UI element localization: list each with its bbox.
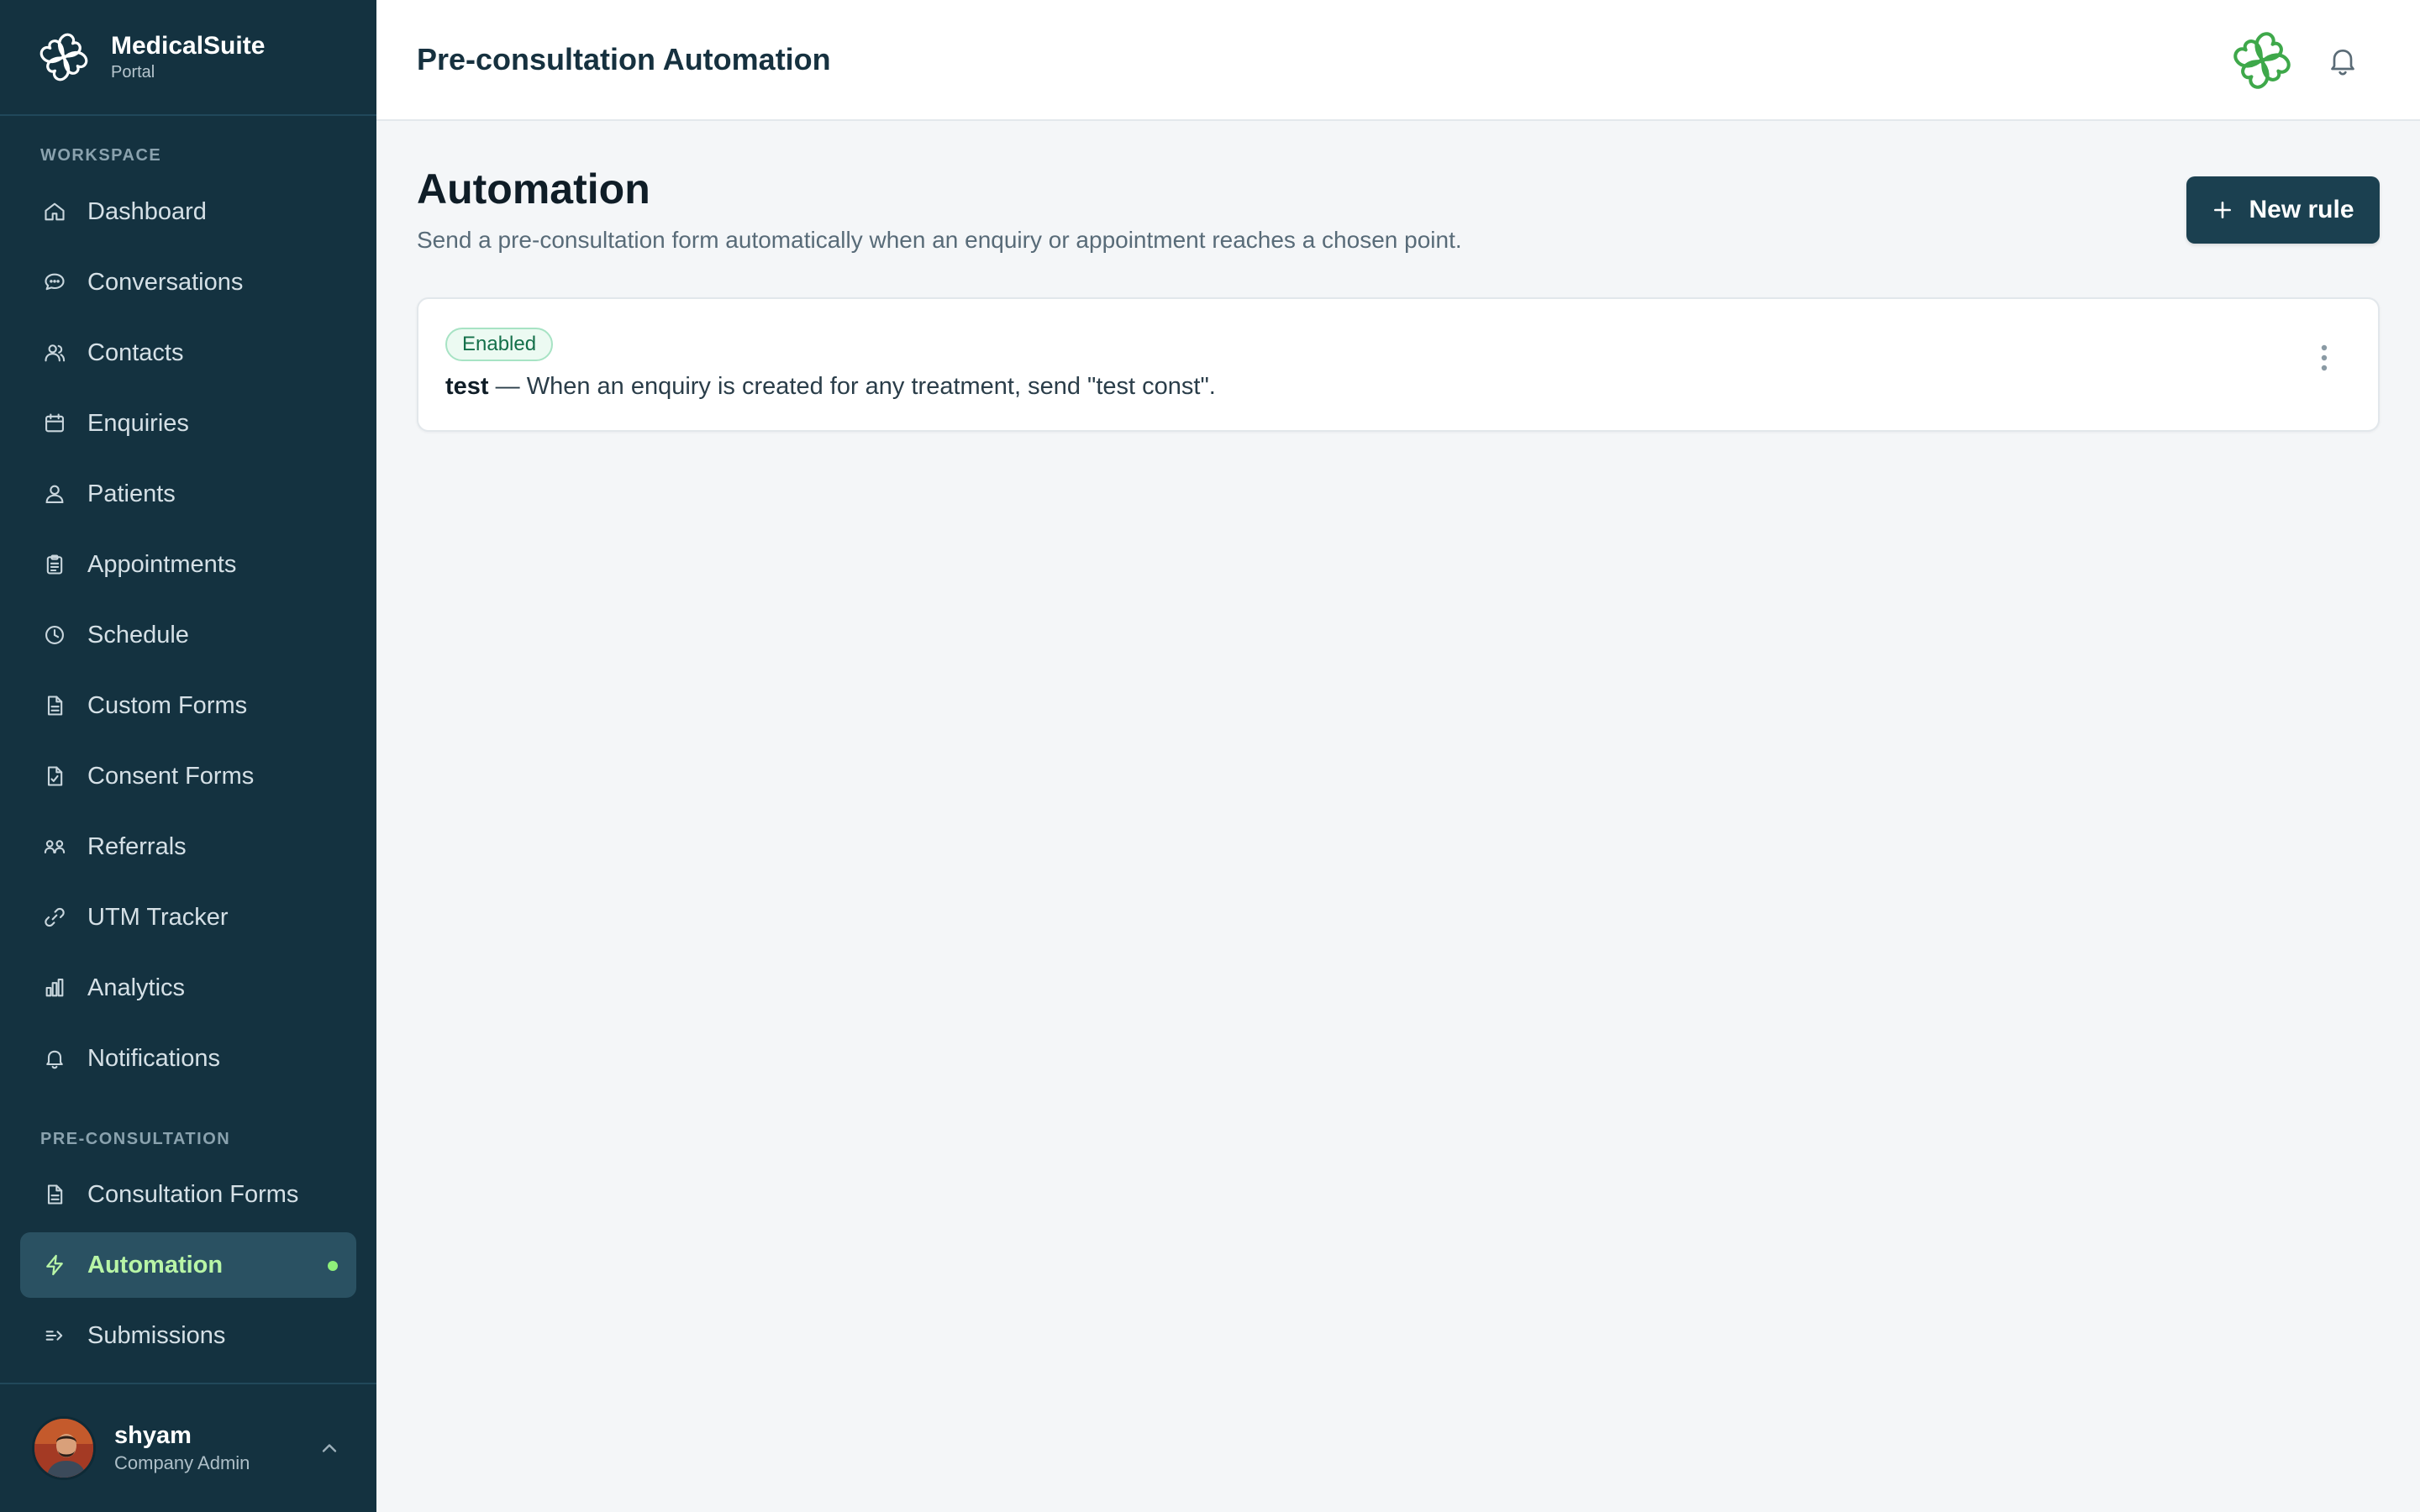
active-indicator-dot [328,1261,338,1271]
contacts-icon [42,340,67,365]
notifications-bell-icon[interactable] [2326,44,2360,77]
rule-name: test [445,373,489,400]
sidebar-item-utm-tracker[interactable]: UTM Tracker [20,885,356,950]
brand-name: MedicalSuite [111,32,266,60]
chat-icon [42,270,67,295]
new-rule-label: New rule [2249,196,2354,223]
sidebar-item-label: Patients [87,480,176,507]
sidebar-item-automation[interactable]: Automation [20,1232,356,1298]
automation-rule-card[interactable]: Enabled test — When an enquiry is create… [417,297,2380,432]
referrals-icon [42,834,67,859]
document-icon [42,693,67,718]
sidebar: MedicalSuite Portal WORKSPACE Dashboard … [0,0,376,1512]
user-role: Company Admin [114,1452,250,1473]
bell-icon [42,1046,67,1071]
section-description: Send a pre-consultation form automatical… [417,227,1462,253]
section-heading: Automation [417,165,650,213]
link-icon [42,905,67,930]
sidebar-item-label: Notifications [87,1044,220,1072]
sidebar-item-label: Referrals [87,832,187,860]
sidebar-item-analytics[interactable]: Analytics [20,955,356,1021]
plus-icon [2212,199,2233,221]
sidebar-item-submissions[interactable]: Submissions [20,1303,356,1368]
bar-chart-icon [42,975,67,1000]
sidebar-item-dashboard[interactable]: Dashboard [20,179,356,244]
sidebar-item-label: Appointments [87,550,237,578]
sidebar-item-label: Dashboard [87,197,207,225]
brand-subtitle: Portal [111,63,155,81]
sidebar-item-label: Automation [87,1251,224,1278]
sidebar-item-label: Custom Forms [87,691,248,719]
pre-consultation-section-label: PRE-CONSULTATION [40,1130,231,1148]
signed-document-icon [42,764,67,789]
user-menu[interactable]: shyam Company Admin [0,1383,376,1512]
status-badge: Enabled [445,328,554,361]
document-icon [42,1182,67,1207]
avatar [32,1416,96,1480]
sidebar-item-label: Consultation Forms [87,1180,299,1208]
lightning-icon [42,1252,67,1278]
more-options-icon[interactable] [2314,341,2334,375]
rule-description: — When an enquiry is created for any tre… [488,373,1216,400]
sidebar-item-label: Schedule [87,621,189,648]
sidebar-item-label: Enquiries [87,409,189,437]
sidebar-item-conversations[interactable]: Conversations [20,249,356,315]
sidebar-item-contacts[interactable]: Contacts [20,320,356,386]
calendar-icon [42,411,67,436]
workspace-section-label: WORKSPACE [40,146,162,165]
clover-logo-icon[interactable] [2230,29,2294,92]
clock-icon [42,622,67,648]
sidebar-item-label: Consent Forms [87,762,255,790]
sidebar-item-patients[interactable]: Patients [20,461,356,527]
sidebar-item-consent-forms[interactable]: Consent Forms [20,743,356,809]
page-title: Pre-consultation Automation [417,42,831,76]
sidebar-item-referrals[interactable]: Referrals [20,814,356,879]
home-icon [42,199,67,224]
sidebar-item-consultation-forms[interactable]: Consultation Forms [20,1162,356,1227]
user-icon [42,481,67,507]
brand[interactable]: MedicalSuite Portal [0,0,376,116]
clipboard-icon [42,552,67,577]
clover-logo-icon [37,30,91,84]
chevron-up-icon[interactable] [318,1436,341,1460]
sidebar-item-label: UTM Tracker [87,903,229,931]
user-name: shyam [114,1422,192,1449]
sidebar-item-custom-forms[interactable]: Custom Forms [20,673,356,738]
sidebar-item-enquiries[interactable]: Enquiries [20,391,356,456]
sidebar-item-label: Submissions [87,1321,226,1349]
sidebar-item-schedule[interactable]: Schedule [20,602,356,668]
sidebar-item-notifications[interactable]: Notifications [20,1026,356,1091]
sidebar-item-appointments[interactable]: Appointments [20,532,356,597]
new-rule-button[interactable]: New rule [2186,176,2380,244]
submit-icon [42,1323,67,1348]
topbar: Pre-consultation Automation [376,0,2420,121]
sidebar-item-label: Analytics [87,974,186,1001]
sidebar-item-label: Conversations [87,268,244,296]
sidebar-item-label: Contacts [87,339,184,366]
rule-summary: test — When an enquiry is created for an… [445,373,1216,401]
